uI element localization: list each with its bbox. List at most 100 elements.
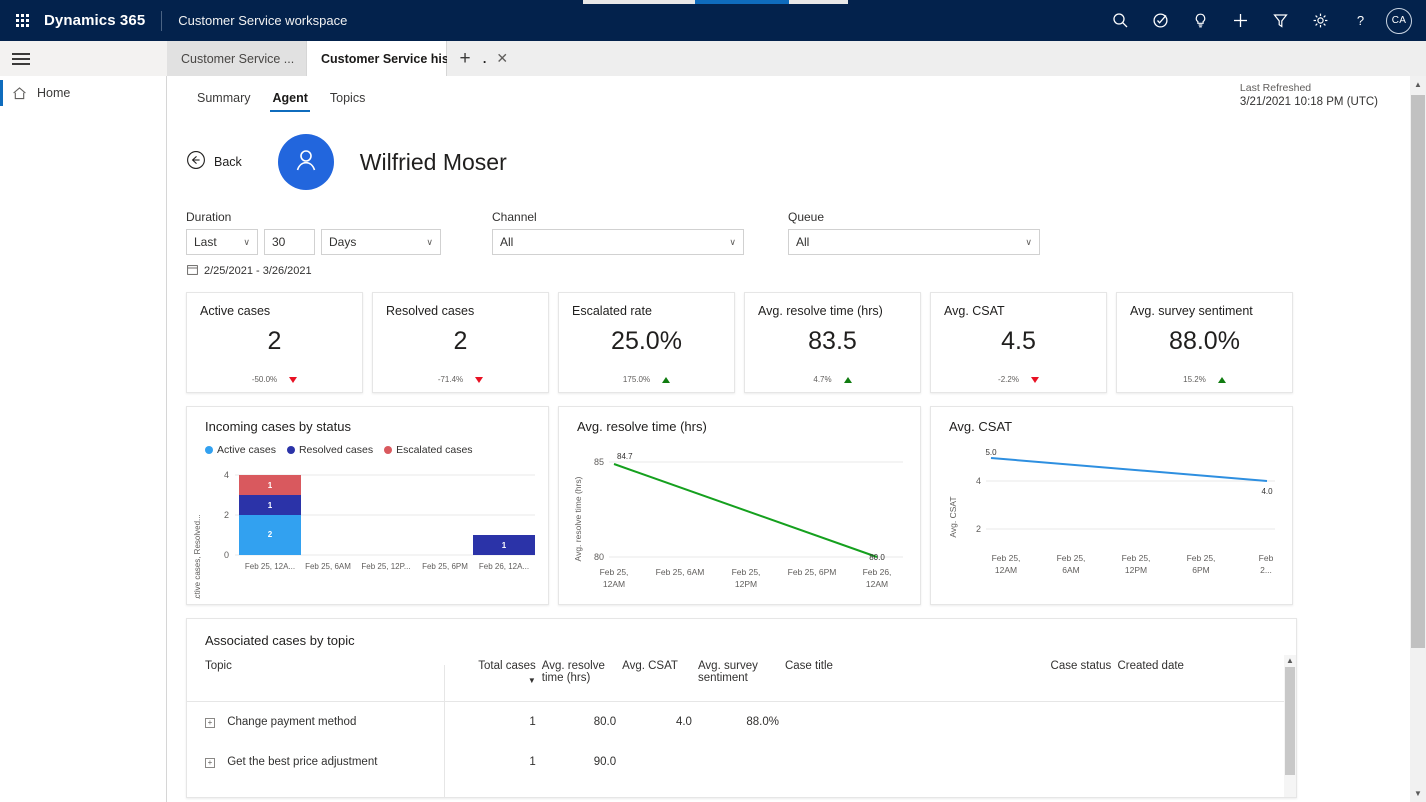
table-row[interactable]: + Get the best price adjustment 1 90.0 <box>187 742 1296 782</box>
channel-value: All <box>500 235 514 249</box>
lightbulb-icon[interactable] <box>1180 0 1220 41</box>
expand-icon[interactable]: + <box>205 718 215 728</box>
kpi-title: Avg. CSAT <box>944 304 1005 318</box>
app-launcher-icon[interactable] <box>0 14 44 27</box>
cell-case-title <box>785 742 1051 782</box>
kpi-delta-value: 175.0% <box>622 375 651 384</box>
column-header-case-title[interactable]: Case title <box>784 660 1051 702</box>
queue-label: Queue <box>788 210 825 224</box>
point-label: 5.0 <box>985 448 997 457</box>
page-scrollbar-thumb[interactable] <box>1411 95 1425 648</box>
x-tick: 12AM <box>995 565 1017 575</box>
hamburger-icon[interactable] <box>0 41 167 76</box>
y-axis-title: Avg. CSAT <box>948 496 958 537</box>
kpi-delta-value: 15.2% <box>1183 375 1206 384</box>
scroll-up-arrow-icon[interactable]: ▲ <box>1410 76 1426 93</box>
sidebar-item-home[interactable]: Home <box>0 76 166 110</box>
scroll-up-arrow-icon[interactable]: ▲ <box>1284 655 1296 666</box>
back-button[interactable]: Back <box>186 150 242 175</box>
close-icon[interactable]: ✕ <box>496 50 508 67</box>
duration-label: Duration <box>186 210 232 224</box>
chart-title: Incoming cases by status <box>205 419 351 434</box>
column-header-avg-survey-sentiment[interactable]: Avg. survey sentiment <box>697 660 785 702</box>
svg-text:?: ? <box>1356 13 1363 28</box>
session-tab-active[interactable]: Customer Service historic... ✕ <box>307 41 508 76</box>
bar-label: 1 <box>502 541 507 550</box>
kpi-title: Avg. survey sentiment <box>1130 304 1253 318</box>
x-tick: Feb 25, <box>600 567 629 577</box>
legend-item-escalated-cases[interactable]: Escalated cases <box>384 444 473 456</box>
brand-title[interactable]: Dynamics 365 <box>44 12 145 29</box>
agent-header: Back Wilfried Moser <box>167 112 1410 190</box>
new-tab-button[interactable]: + <box>447 41 483 76</box>
table-vertical-scrollbar[interactable]: ▲ <box>1284 655 1296 797</box>
gear-icon[interactable] <box>1300 0 1340 41</box>
user-avatar[interactable]: CA <box>1386 7 1412 34</box>
y-tick: 4 <box>224 470 229 480</box>
duration-operator-select[interactable]: Last ∨ <box>186 229 258 255</box>
expand-icon[interactable]: + <box>205 758 215 768</box>
dashboard-tabs: Summary Agent Topics Last Refreshed 3/21… <box>167 76 1410 112</box>
trend-down-icon <box>475 376 484 383</box>
duration-operator-value: Last <box>194 235 217 249</box>
session-tab-inactive[interactable]: Customer Service ... <box>167 41 307 76</box>
chart-row: Incoming cases by status Active cases Re… <box>167 393 1410 605</box>
sidebar-item-label: Home <box>37 86 71 100</box>
kpi-value: 25.0% <box>611 327 682 355</box>
plus-icon[interactable] <box>1220 0 1260 41</box>
kpi-card-avg-resolve-time[interactable]: Avg. resolve time (hrs) 83.5 4.7% <box>744 292 921 393</box>
chart-avg-csat[interactable]: Avg. CSAT Avg. CSAT 4 2 5.0 4.0 Feb 25, … <box>930 406 1293 605</box>
search-icon[interactable] <box>1100 0 1140 41</box>
chart-incoming-cases-by-status[interactable]: Incoming cases by status Active cases Re… <box>186 406 549 605</box>
duration-amount-input[interactable]: 30 <box>264 229 315 255</box>
column-header-created-date[interactable]: Created date <box>1117 660 1296 702</box>
kpi-card-resolved-cases[interactable]: Resolved cases 2 -71.4% <box>372 292 549 393</box>
table-scrollbar-thumb[interactable] <box>1285 667 1295 775</box>
calendar-icon <box>187 264 198 278</box>
queue-filter: Queue All ∨ <box>788 210 1046 255</box>
kpi-delta-value: -50.0% <box>251 375 278 384</box>
kpi-card-active-cases[interactable]: Active cases 2 -50.0% <box>186 292 363 393</box>
page-vertical-scrollbar[interactable]: ▲ ▼ <box>1410 76 1426 802</box>
kpi-value: 2 <box>267 327 282 355</box>
assistant-icon[interactable] <box>1140 0 1180 41</box>
column-header-total-cases[interactable]: Total cases ▼ <box>474 660 542 702</box>
loading-bar-segment <box>695 0 789 4</box>
last-refreshed-label: Last Refreshed <box>1239 82 1312 94</box>
y-tick: 2 <box>224 510 229 520</box>
scroll-down-arrow-icon[interactable]: ▼ <box>1410 785 1426 802</box>
legend-item-active-cases[interactable]: Active cases <box>205 444 276 456</box>
tab-summary[interactable]: Summary <box>186 91 261 112</box>
kpi-value: 83.5 <box>808 327 857 355</box>
queue-select[interactable]: All ∨ <box>788 229 1040 255</box>
table-row[interactable]: + Change payment method 1 80.0 4.0 88.0% <box>187 702 1296 743</box>
kpi-card-escalated-rate[interactable]: Escalated rate 25.0% 175.0% <box>558 292 735 393</box>
cell-total-cases: 1 <box>529 716 536 728</box>
kpi-title: Active cases <box>200 304 271 318</box>
trend-down-icon <box>289 376 298 383</box>
column-header-case-status[interactable]: Case status <box>1050 660 1118 702</box>
channel-select[interactable]: All ∨ <box>492 229 744 255</box>
kpi-card-avg-survey-sentiment[interactable]: Avg. survey sentiment 88.0% 15.2% <box>1116 292 1293 393</box>
filter-icon[interactable] <box>1260 0 1300 41</box>
column-header-avg-resolve-time[interactable]: Avg. resolve time (hrs) <box>541 660 623 702</box>
kpi-card-avg-csat[interactable]: Avg. CSAT 4.5 -2.2% <box>930 292 1107 393</box>
column-header-topic[interactable]: Topic <box>187 660 475 702</box>
help-icon[interactable]: ? <box>1340 0 1380 41</box>
chart-avg-resolve-time[interactable]: Avg. resolve time (hrs) Avg. resolve tim… <box>558 406 921 605</box>
tab-agent[interactable]: Agent <box>261 91 318 112</box>
duration-unit-select[interactable]: Days ∨ <box>321 229 441 255</box>
last-refreshed-value: 3/21/2021 10:18 PM (UTC) <box>1239 96 1378 108</box>
left-navigation: Home <box>0 76 167 802</box>
trend-down-icon <box>1030 376 1039 383</box>
legend-swatch <box>286 446 295 454</box>
cell-topic[interactable]: + Get the best price adjustment <box>187 742 475 782</box>
cell-topic[interactable]: + Change payment method <box>187 702 475 743</box>
y-tick: 80 <box>594 552 604 562</box>
tab-topics[interactable]: Topics <box>319 91 376 112</box>
legend-swatch <box>205 446 213 454</box>
kpi-delta: -71.4% <box>373 375 548 384</box>
column-header-avg-csat[interactable]: Avg. CSAT <box>622 660 698 702</box>
legend-item-resolved-cases[interactable]: Resolved cases <box>286 444 373 456</box>
sort-descending-icon: ▼ <box>527 676 536 685</box>
